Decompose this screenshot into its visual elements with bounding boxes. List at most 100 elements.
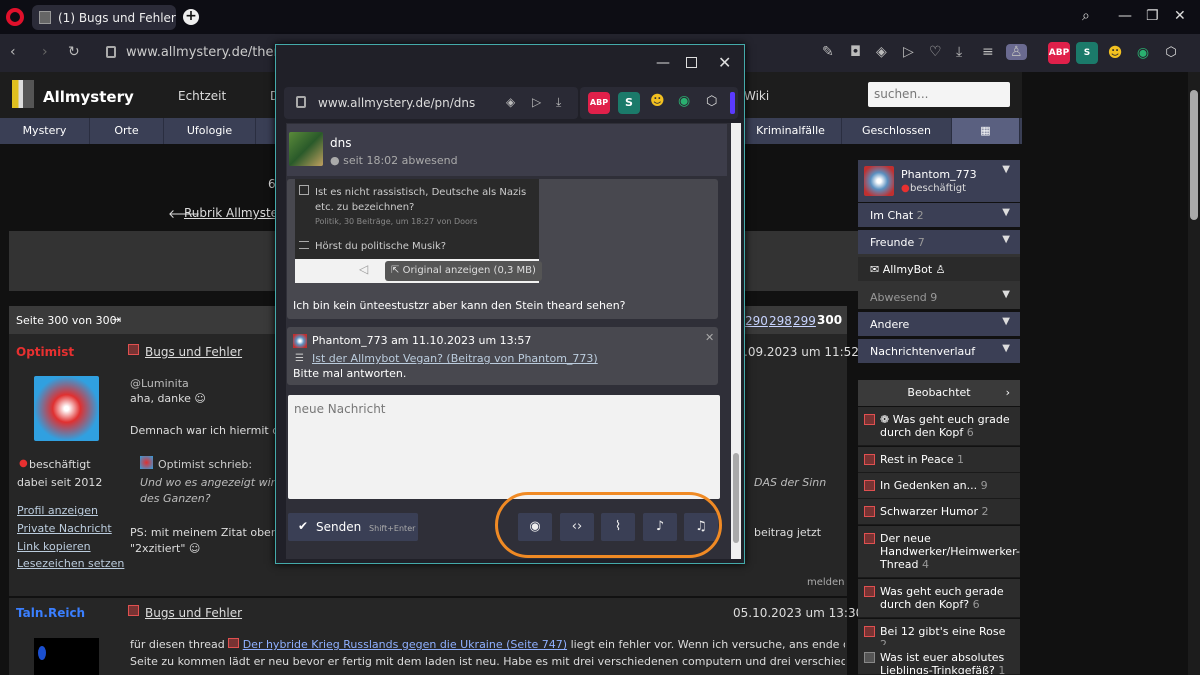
- profile-icon[interactable]: ♙: [1006, 44, 1027, 60]
- send-icon[interactable]: ▷: [903, 44, 914, 60]
- chat-username[interactable]: dns: [330, 136, 351, 150]
- back-icon[interactable]: ‹: [10, 44, 16, 60]
- forward-icon[interactable]: ›: [42, 44, 48, 60]
- search-icon[interactable]: ⌕: [1082, 8, 1090, 24]
- post-thread-link[interactable]: Bugs und Fehler: [145, 345, 242, 359]
- send-button[interactable]: ✔ Senden Shift+Enter: [288, 513, 418, 541]
- popup-url-field[interactable]: www.allmystery.de/pn/dns ◈ ▷ ⤓: [284, 87, 578, 119]
- popup-minimize-icon[interactable]: —: [656, 55, 670, 71]
- post-thread-link-2[interactable]: Bugs und Fehler: [145, 606, 242, 620]
- site-logo[interactable]: Allmystery: [43, 88, 134, 106]
- scroll-thumb[interactable]: [1190, 90, 1198, 220]
- author-avatar[interactable]: [34, 376, 99, 441]
- shield-icon[interactable]: ◈: [506, 95, 515, 109]
- chevron-down-icon[interactable]: ▼: [1002, 164, 1010, 175]
- emoji-icon[interactable]: ☻: [1104, 42, 1126, 64]
- browser-tab[interactable]: (1) Bugs und Fehler (Seite: [32, 5, 176, 30]
- new-tab-icon[interactable]: +: [183, 9, 199, 25]
- sidebar-item-abwesend[interactable]: Abwesend 9 ▼: [858, 285, 1020, 309]
- watched-header[interactable]: Beobachtet ›: [858, 380, 1020, 406]
- category-orte[interactable]: Orte: [90, 118, 164, 144]
- chat-scrollbar[interactable]: [731, 123, 741, 559]
- minimize-icon[interactable]: —: [1118, 8, 1132, 24]
- thread-icon-2: [128, 605, 139, 616]
- lock-icon: [106, 46, 116, 58]
- profile-link[interactable]: Profil anzeigen: [17, 504, 98, 517]
- popup-close-icon[interactable]: ✕: [718, 53, 731, 72]
- grammar-icon[interactable]: ◉: [678, 93, 690, 109]
- edit-icon[interactable]: ✎: [822, 44, 834, 60]
- send-icon[interactable]: ▷: [532, 95, 541, 109]
- heart-icon[interactable]: ♡: [929, 44, 942, 60]
- watched-item[interactable]: In Gedenken an... 9: [858, 473, 1020, 499]
- report-link[interactable]: melden: [807, 577, 845, 588]
- category-mystery[interactable]: Mystery: [0, 118, 90, 144]
- close-icon[interactable]: ✕: [1174, 8, 1186, 24]
- sidebar-item-allmybot[interactable]: ✉ AllmyBot ♙: [858, 257, 1020, 281]
- adblock-icon[interactable]: ABP: [588, 92, 610, 114]
- category-kriminalfaelle[interactable]: Kriminalfälle: [740, 118, 842, 144]
- list-icon: [864, 652, 875, 663]
- restore-icon[interactable]: ❐: [1146, 8, 1159, 24]
- watched-title: Beobachtet: [907, 386, 971, 399]
- download-icon[interactable]: ⤓: [556, 95, 561, 110]
- sidebar-user[interactable]: Phantom_773 ● beschäftigt ▼: [858, 160, 1020, 202]
- reply-link[interactable]: Ist der Allmybot Vegan? (Beitrag von Pha…: [312, 352, 598, 365]
- bookmark-link[interactable]: Lesezeichen setzen: [17, 557, 124, 570]
- popup-maximize-icon[interactable]: [686, 57, 697, 68]
- header-link-echtzeit[interactable]: Echtzeit: [178, 89, 226, 103]
- allmystery-logo-icon[interactable]: [12, 80, 34, 108]
- adblock-icon[interactable]: ABP: [1048, 42, 1070, 64]
- extension-s-icon[interactable]: S: [618, 92, 640, 114]
- reload-icon[interactable]: ↻: [68, 44, 80, 60]
- page-link-298[interactable]: 298: [769, 314, 792, 328]
- cube-icon[interactable]: ⬡: [706, 94, 717, 109]
- sidebar-item-im-chat[interactable]: Im Chat 2 ▼: [858, 203, 1020, 227]
- embedded-screenshot[interactable]: Ist es nicht rassistisch, Deutsche als N…: [295, 179, 542, 283]
- page-link-290[interactable]: 290: [745, 314, 768, 328]
- page-scrollbar[interactable]: [1188, 72, 1200, 675]
- cube-icon[interactable]: ⬡: [1160, 42, 1182, 64]
- post2-thread-link[interactable]: Der hybride Krieg Russlands gegen die Uk…: [243, 638, 567, 651]
- header-link-wiki[interactable]: Wiki: [744, 89, 769, 103]
- sidebar-item-andere[interactable]: Andere ▼: [858, 312, 1020, 336]
- watched-item[interactable]: Der neue Handwerker/Heimwerker-Thread 4: [858, 526, 1020, 578]
- jump-icon[interactable]: ⇥: [112, 313, 121, 326]
- new-message-input[interactable]: neue Nachricht: [288, 395, 720, 499]
- emoji-icon[interactable]: ☻: [650, 93, 665, 109]
- camera-icon[interactable]: ◘: [850, 44, 861, 60]
- watched-item-count: 1: [957, 453, 965, 466]
- post-author-2[interactable]: Taln.Reich: [16, 606, 85, 620]
- page-link-299[interactable]: 299: [793, 314, 816, 328]
- download-icon[interactable]: ⤓: [956, 44, 962, 60]
- category-ufologie[interactable]: Ufologie: [164, 118, 256, 144]
- private-message-link[interactable]: Private Nachricht: [17, 522, 112, 535]
- watched-item[interactable]: Schwarzer Humor 2: [858, 499, 1020, 525]
- original-link-button[interactable]: ⇱ Original anzeigen (0,3 MB): [385, 261, 542, 281]
- sidebar-item-nachrichtenverlauf[interactable]: Nachrichtenverlauf ▼: [858, 339, 1020, 363]
- watched-item[interactable]: Was geht euch gerade durch den Kopf? 6: [858, 579, 1020, 618]
- menu-icon[interactable]: ≡: [982, 44, 994, 60]
- watched-item[interactable]: Rest in Peace 1: [858, 447, 1020, 473]
- watched-item[interactable]: Was ist euer absolutes Lieblings-Trinkge…: [858, 645, 1020, 675]
- bot-icon: ♙: [935, 263, 946, 276]
- author-avatar-2[interactable]: [34, 638, 99, 675]
- copy-link[interactable]: Link kopieren: [17, 540, 91, 553]
- extension-s-icon[interactable]: S: [1076, 42, 1098, 64]
- sidebar-toggle[interactable]: [730, 92, 735, 114]
- chat-scroll-thumb[interactable]: [733, 453, 739, 543]
- thread-icon: [128, 344, 139, 355]
- watched-item[interactable]: ❁ Was geht euch grade durch den Kopf 6: [858, 407, 1020, 446]
- sidebar-item-freunde[interactable]: Freunde 7 ▼: [858, 230, 1020, 254]
- post-author[interactable]: Optimist: [16, 345, 74, 359]
- grid-menu-icon[interactable]: ▦: [952, 118, 1020, 144]
- chat-user-avatar[interactable]: [289, 132, 323, 166]
- reply-close-icon[interactable]: ✕: [705, 331, 714, 344]
- category-geschlossen[interactable]: Geschlossen: [842, 118, 952, 144]
- chevron-right-icon[interactable]: ›: [1006, 380, 1010, 406]
- reply-text: Bitte mal antworten.: [293, 367, 407, 380]
- opera-logo-icon[interactable]: [6, 8, 24, 26]
- shield-icon[interactable]: ◈: [876, 44, 887, 60]
- site-search-input[interactable]: suchen...: [868, 82, 1010, 107]
- grammar-icon[interactable]: ◉: [1132, 42, 1154, 64]
